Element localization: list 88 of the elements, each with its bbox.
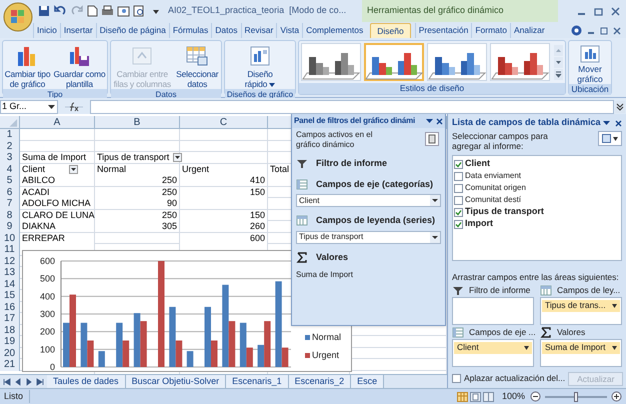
panel-subtitle: Campos activos en el gráfico dinámico	[296, 130, 374, 150]
row-header[interactable]: 8	[0, 210, 20, 221]
row-header[interactable]: 18	[0, 324, 20, 336]
row-header[interactable]: 14	[0, 278, 20, 290]
table-cell: Tipus de transport	[95, 152, 179, 163]
area-label: Campos de ley...	[557, 284, 620, 298]
zoom-level: 100%	[502, 390, 525, 403]
legend-label: Normal	[312, 331, 342, 344]
sheet-tab[interactable]: Escenaris_1	[226, 375, 289, 388]
filter-pane-dialog[interactable]: Panel de filtros del gráfico dinámi Campos activos en el gráfico dinámico Filtro de informe Campos de eje (categorías) Client Campos de leyenda (series) Tipus de transport Valores Suma de Import	[291, 114, 446, 326]
section-label: Valores	[316, 250, 348, 264]
table-cell: Urgent	[180, 164, 267, 174]
drop-area[interactable]: Suma de Import	[540, 338, 622, 367]
table-cell: ACADI	[20, 186, 94, 198]
legend-label: Urgent	[312, 348, 340, 362]
group-label: Estilos de diseño	[299, 83, 565, 94]
y-tick-label: 200	[40, 326, 55, 337]
ribbon-button[interactable]: Cambiar tipo de gráfico	[4, 44, 50, 89]
y-tick-label: 500	[40, 274, 55, 284]
row-header[interactable]: 9	[0, 221, 20, 232]
row-header[interactable]: 19	[0, 336, 20, 348]
panel-title: Lista de campos de tabla dinámica	[452, 116, 601, 130]
row-header[interactable]: 4	[0, 164, 20, 175]
sheet-tab[interactable]: Esce	[351, 375, 384, 388]
row-header[interactable]: 6	[0, 186, 20, 198]
prompt-text: Seleccionar campos para agregar al informe:	[452, 131, 549, 151]
area-label: Filtro de informe	[469, 284, 530, 298]
row-header[interactable]: 13	[0, 267, 20, 278]
drop-area[interactable]: Client	[452, 338, 534, 367]
row-header[interactable]: 21	[0, 359, 20, 370]
sheet-tab[interactable]: Escenaris_2	[288, 375, 352, 388]
field-chip[interactable]: Client	[454, 342, 532, 354]
panel-title: Panel de filtros del gráfico dinámi	[294, 115, 416, 127]
group-label: Ubicación	[569, 84, 611, 95]
ribbon-tab[interactable]: Diseño	[370, 23, 411, 38]
table-cell: Client	[20, 164, 94, 174]
table-cell: Normal	[95, 164, 179, 174]
dropdown-field[interactable]: Tipus de transport	[296, 230, 441, 244]
y-tick-label: 400	[40, 291, 55, 302]
table-cell: 600	[180, 232, 267, 244]
table-cell: 150	[180, 186, 267, 198]
dropdown-field[interactable]: Client	[296, 194, 441, 207]
drop-area[interactable]: Tipus de trans...	[540, 296, 622, 325]
window-title: AI02_TEOL1_practica_teoria [Modo de co...	[168, 4, 348, 18]
sheet-tab[interactable]: Taules de dades	[47, 375, 126, 388]
area-label: Valores	[557, 326, 586, 340]
field-label: Tipus de transport	[465, 205, 544, 218]
row-header[interactable]: 2	[0, 140, 20, 152]
row-header[interactable]: 7	[0, 198, 20, 210]
field-chip[interactable]: Tipus de trans...	[542, 300, 620, 312]
table-cell: 250	[95, 186, 179, 198]
field-label: Data enviament	[465, 170, 522, 182]
table-cell: 150	[180, 210, 267, 220]
field-label: Import	[465, 217, 493, 230]
prompt-text: Arrastrar campos entre las áreas siguientes:	[451, 271, 620, 284]
row-header[interactable]: 1	[0, 129, 20, 140]
y-tick-label: 300	[40, 309, 55, 319]
table-cell: CLARO DE LUNA	[20, 210, 94, 220]
section-label: Campos de eje (categorías)	[316, 178, 434, 191]
row-header[interactable]: 11	[0, 244, 20, 256]
field-chip[interactable]: Suma de Import	[542, 342, 620, 354]
section-label: Campos de leyenda (series)	[316, 214, 436, 227]
row-header[interactable]: 12	[0, 256, 20, 267]
row-header[interactable]: 10	[0, 232, 20, 244]
row-header[interactable]: 3	[0, 152, 20, 164]
y-tick-label: 600	[40, 256, 55, 266]
y-tick-label: 100	[40, 344, 55, 354]
ribbon-button[interactable]: Mover gráfico	[577, 44, 603, 84]
table-cell: ERREPAR	[20, 232, 94, 244]
field-label: Client	[465, 157, 490, 170]
name-box[interactable]: 1 Gr...	[0, 100, 58, 114]
ribbon-button[interactable]: Seleccionar datos	[176, 44, 218, 89]
field-label: Comunitat destí	[465, 194, 522, 206]
row-header[interactable]: 15	[0, 290, 20, 302]
area-label: Campos de eje ...	[469, 326, 536, 340]
row-header[interactable]: 17	[0, 313, 20, 324]
value-field-text: Suma de Import	[296, 269, 354, 281]
ribbon-button[interactable]: Guardar como plantilla	[53, 44, 106, 89]
status-text: Listo	[4, 390, 30, 404]
field-label: Comunitat origen	[465, 182, 526, 194]
row-header[interactable]: 16	[0, 302, 20, 313]
row-header[interactable]: 20	[0, 348, 20, 359]
y-tick-label: 0	[50, 362, 55, 372]
checkbox-label: Aplazar actualización del...	[464, 372, 566, 386]
sheet-tab[interactable]: Buscar Objetiu-Solver	[126, 375, 226, 388]
context-title: Herramientas del gráfico dinámico	[362, 0, 558, 22]
row-header[interactable]: 5	[0, 175, 20, 186]
table-cell: 250	[95, 210, 179, 220]
